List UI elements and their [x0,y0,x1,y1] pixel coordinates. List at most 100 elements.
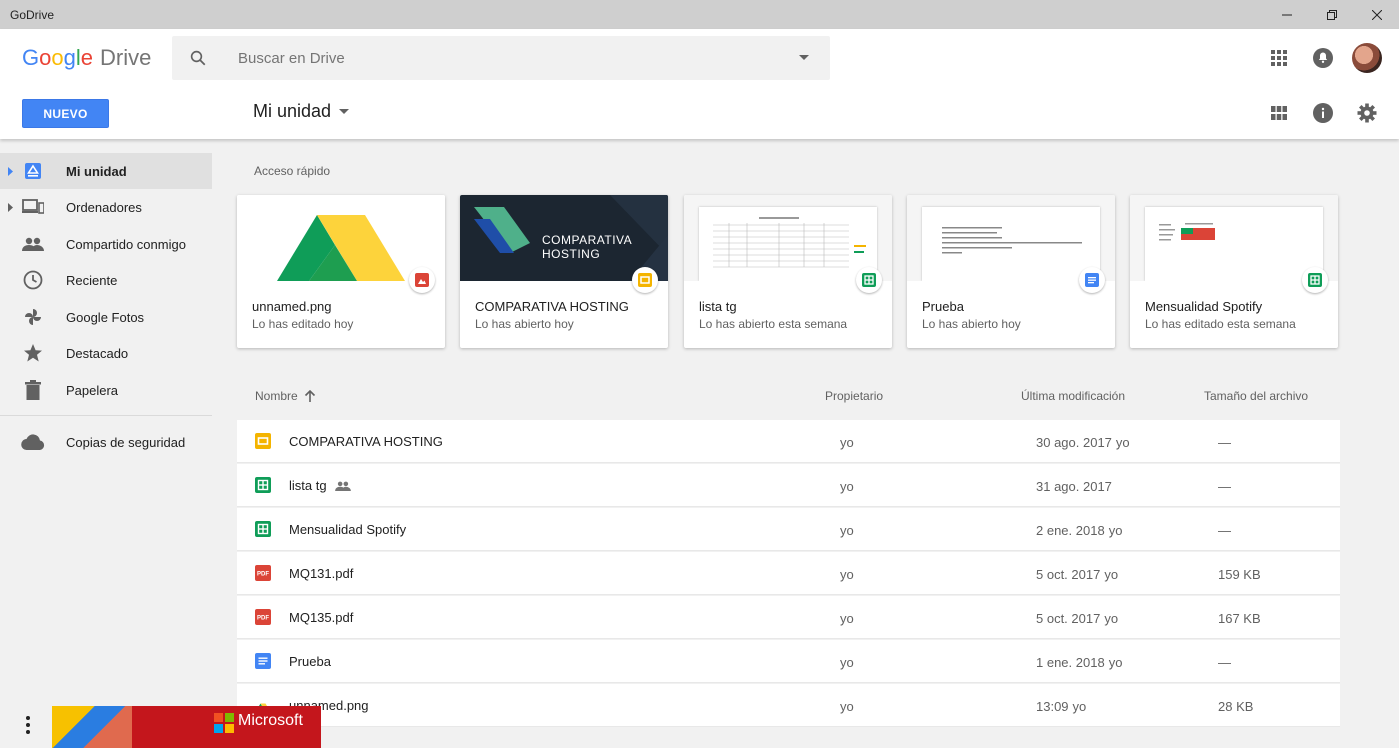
file-modified: 5 oct. 2017 yo [1036,567,1118,582]
search-input[interactable] [224,49,778,67]
file-row[interactable]: COMPARATIVA HOSTING yo 30 ago. 2017 yo — [237,420,1340,463]
user-avatar[interactable] [1352,43,1382,73]
column-header-modified[interactable]: Última modificación [1021,389,1125,403]
file-name: Mensualidad Spotify [289,522,406,537]
advertisement-banner[interactable]: Microsoft [52,706,321,748]
quick-access-card[interactable]: Mensualidad Spotify Lo has editado esta … [1130,195,1338,348]
file-size: — [1218,479,1231,494]
modified-date: 31 ago. 2017 [1036,479,1112,494]
document-preview-lines [942,227,1082,254]
minimize-button[interactable] [1264,0,1309,29]
file-row[interactable]: Prueba yo 1 ene. 2018 yo — [237,640,1340,683]
google-wordmark: Google [22,45,94,70]
expand-arrow-icon[interactable] [8,202,14,212]
sidebar-item-copias-seguridad[interactable]: Copias de seguridad [0,424,212,460]
modified-date: 5 oct. 2017 [1036,567,1101,582]
notifications-bell-icon[interactable] [1308,43,1338,73]
card-subtitle: Lo has abierto hoy [922,317,1021,331]
logo-square-green [225,713,234,722]
file-row[interactable]: PDF MQ131.pdf yo 5 oct. 2017 yo 159 KB [237,552,1340,595]
file-row[interactable]: unnamed.png yo 13:09 yo 28 KB [237,684,1340,727]
card-subtitle: Lo has abierto esta semana [699,317,848,331]
document-preview [922,207,1100,281]
file-owner: yo [840,435,854,450]
sidebar-item-reciente[interactable]: Reciente [0,262,212,298]
file-size: 28 KB [1218,699,1254,714]
caret-down-icon [799,55,809,60]
modified-by: yo [1104,611,1119,626]
star-icon [21,341,45,365]
quick-access-card[interactable]: Prueba Lo has abierto hoy [907,195,1115,348]
pdf-file-icon: PDF [255,565,271,581]
file-modified: 30 ago. 2017 yo [1036,435,1130,450]
file-row[interactable]: PDF MQ135.pdf yo 5 oct. 2017 yo 167 KB [237,596,1340,639]
app-header: Google Drive NUEVO Mi unidad [0,29,1399,139]
card-thumbnail [684,195,892,281]
column-header-owner[interactable]: Propietario [825,389,883,403]
column-header-name[interactable]: Nombre [255,389,316,403]
info-icon[interactable] [1308,98,1338,128]
sidebar-item-label: Destacado [66,345,129,361]
search-icon[interactable] [172,49,224,67]
thumb-text-line: HOSTING [542,247,601,261]
breadcrumb[interactable]: Mi unidad [253,101,350,122]
grid-view-icon[interactable] [1264,98,1294,128]
file-modified: 31 ago. 2017 [1036,479,1112,494]
file-size: 159 KB [1218,567,1261,582]
sheets-file-icon [255,521,271,537]
google-drive-logo[interactable]: Google Drive [22,45,151,71]
clock-icon [21,268,45,292]
sidebar-item-label: Ordenadores [66,199,142,215]
card-subtitle: Lo has abierto hoy [475,317,574,331]
quick-access-card[interactable]: unnamed.png Lo has editado hoy [237,195,445,348]
card-thumbnail [907,195,1115,281]
search-options-dropdown[interactable] [778,55,830,61]
settings-gear-icon[interactable] [1352,98,1382,128]
file-name: MQ135.pdf [289,610,353,625]
file-name-text: Mensualidad Spotify [289,522,407,537]
apps-grid-icon[interactable] [1264,43,1294,73]
file-row[interactable]: lista tg yo 31 ago. 2017 — [237,464,1340,507]
file-owner: yo [840,611,854,626]
sort-arrow-up-icon[interactable] [304,390,316,402]
quick-access-card[interactable]: COMPARATIVA HOSTING COMPARATIVA HOSTING … [460,195,668,348]
sheets-type-badge [856,267,882,293]
sidebar-item-google-fotos[interactable]: Google Fotos [0,299,212,335]
restore-button[interactable] [1309,0,1354,29]
quick-access-card[interactable]: lista tg Lo has abierto esta semana [684,195,892,348]
file-name-text: COMPARATIVA HOSTING [289,434,443,449]
file-size: — [1218,435,1231,450]
caret-down-icon [339,108,350,114]
logo-square-red [214,713,223,722]
close-button[interactable] [1354,0,1399,29]
file-owner: yo [840,699,854,714]
trash-icon [21,378,45,402]
slides-file-icon [638,273,652,287]
sidebar-item-label: Mi unidad [66,163,127,179]
sidebar-item-mi-unidad[interactable]: Mi unidad [0,153,212,189]
more-vert-icon [26,716,30,734]
cloud-icon [21,430,45,454]
my-drive-icon [21,159,45,183]
file-owner: yo [840,655,854,670]
slides-file-icon [255,433,271,449]
sidebar-item-compartido[interactable]: Compartido conmigo [0,226,212,262]
docs-type-badge [1079,267,1105,293]
new-button[interactable]: NUEVO [22,99,109,128]
quick-access-heading: Acceso rápido [254,164,331,178]
file-row[interactable]: Mensualidad Spotify yo 2 ene. 2018 yo — [237,508,1340,551]
column-header-size[interactable]: Tamaño del archivo [1204,389,1308,403]
image-type-badge [409,267,435,293]
more-options-button[interactable] [14,710,42,740]
card-title: unnamed.png [252,299,332,314]
sidebar-item-destacado[interactable]: Destacado [0,335,212,371]
file-name-text: Prueba [289,654,331,669]
expand-arrow-icon[interactable] [8,166,14,176]
search-bar[interactable] [172,36,830,80]
sheets-file-icon [862,273,876,287]
sidebar-item-label: Papelera [66,382,119,398]
restore-icon [1326,9,1337,20]
sidebar-item-papelera[interactable]: Papelera [0,372,212,408]
modified-by: yo [1104,567,1119,582]
sidebar-item-ordenadores[interactable]: Ordenadores [0,189,212,225]
